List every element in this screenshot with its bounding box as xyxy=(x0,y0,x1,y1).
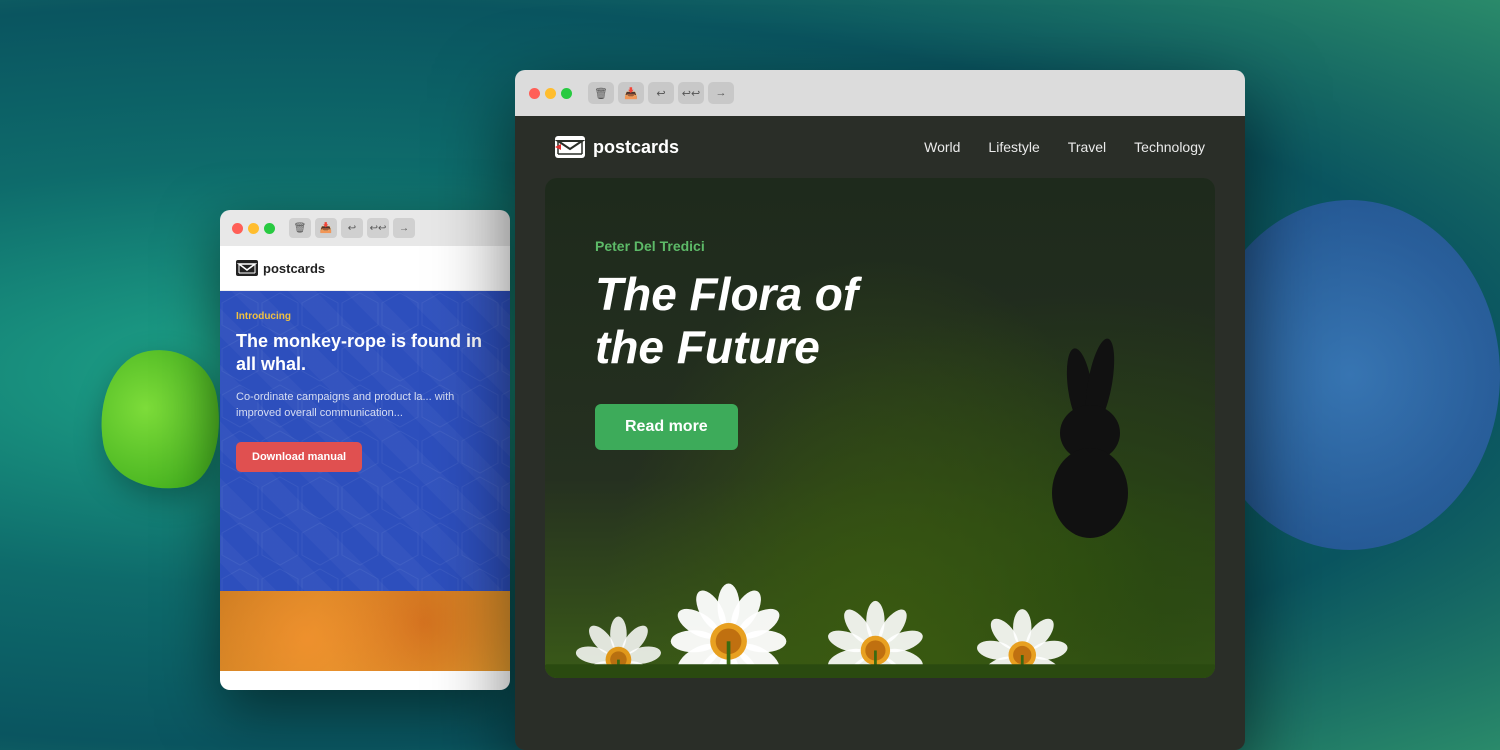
front-trash-button[interactable]: 🗑 xyxy=(588,82,614,104)
hero-author: Peter Del Tredici xyxy=(595,238,858,254)
back-headline: The monkey-rope is found in all whal. xyxy=(236,330,494,377)
back-reply-all-button[interactable]: ↩↩ xyxy=(367,218,389,238)
front-nav: postcards World Lifestyle Travel Technol… xyxy=(515,116,1245,178)
read-more-button[interactable]: Read more xyxy=(595,404,738,450)
back-minimize-button[interactable] xyxy=(248,223,259,234)
back-description: Co-ordinate campaigns and product la... … xyxy=(236,389,494,422)
front-minimize-button[interactable] xyxy=(545,88,556,99)
hero-title-line1: The Flora of xyxy=(595,268,858,320)
hero-text-block: Peter Del Tredici The Flora of the Futur… xyxy=(595,238,858,450)
hero-title: The Flora of the Future xyxy=(595,268,858,374)
nav-link-technology[interactable]: Technology xyxy=(1134,139,1205,155)
back-footer-image xyxy=(220,591,510,671)
nav-link-travel[interactable]: Travel xyxy=(1068,139,1106,155)
back-forward-button[interactable]: → xyxy=(393,218,415,238)
front-window: 🗑 📥 ↩ ↩↩ → postcards World xyxy=(515,70,1245,750)
back-window: 🗑 📥 ↩ ↩↩ → postcards xyxy=(220,210,510,690)
back-email-header: postcards xyxy=(220,246,510,291)
front-logo: postcards xyxy=(555,136,679,158)
back-email-body: Introducing The monkey-rope is found in … xyxy=(220,291,510,591)
front-titlebar: 🗑 📥 ↩ ↩↩ → xyxy=(515,70,1245,116)
back-logo-text: postcards xyxy=(263,261,325,276)
nav-link-world[interactable]: World xyxy=(924,139,960,155)
front-email-content: postcards World Lifestyle Travel Technol… xyxy=(515,116,1245,750)
back-trash-button[interactable]: 🗑 xyxy=(289,218,311,238)
back-reply-button[interactable]: ↩ xyxy=(341,218,363,238)
front-forward-button[interactable]: → xyxy=(708,82,734,104)
back-logo: postcards xyxy=(236,260,494,276)
front-archive-button[interactable]: 📥 xyxy=(618,82,644,104)
front-logo-text: postcards xyxy=(593,137,679,158)
daisy-flowers xyxy=(545,458,1215,678)
back-titlebar: 🗑 📥 ↩ ↩↩ → xyxy=(220,210,510,246)
back-traffic-lights xyxy=(232,223,275,234)
back-close-button[interactable] xyxy=(232,223,243,234)
front-titlebar-actions: 🗑 📥 ↩ ↩↩ → xyxy=(588,82,734,104)
blue-blob xyxy=(1200,200,1500,550)
front-reply-button[interactable]: ↩ xyxy=(648,82,674,104)
front-hero: Peter Del Tredici The Flora of the Futur… xyxy=(545,178,1215,678)
front-reply-all-button[interactable]: ↩↩ xyxy=(678,82,704,104)
front-close-button[interactable] xyxy=(529,88,540,99)
back-archive-button[interactable]: 📥 xyxy=(315,218,337,238)
back-titlebar-actions: 🗑 📥 ↩ ↩↩ → xyxy=(289,218,415,238)
download-manual-button[interactable]: Download manual xyxy=(236,442,362,472)
front-maximize-button[interactable] xyxy=(561,88,572,99)
introducing-label: Introducing xyxy=(236,311,494,322)
front-traffic-lights xyxy=(529,88,572,99)
hero-title-line2: the Future xyxy=(595,321,820,373)
back-maximize-button[interactable] xyxy=(264,223,275,234)
front-nav-links: World Lifestyle Travel Technology xyxy=(924,139,1205,155)
back-email-content: postcards Introducing The monkey-rope is… xyxy=(220,246,510,690)
nav-link-lifestyle[interactable]: Lifestyle xyxy=(988,139,1039,155)
